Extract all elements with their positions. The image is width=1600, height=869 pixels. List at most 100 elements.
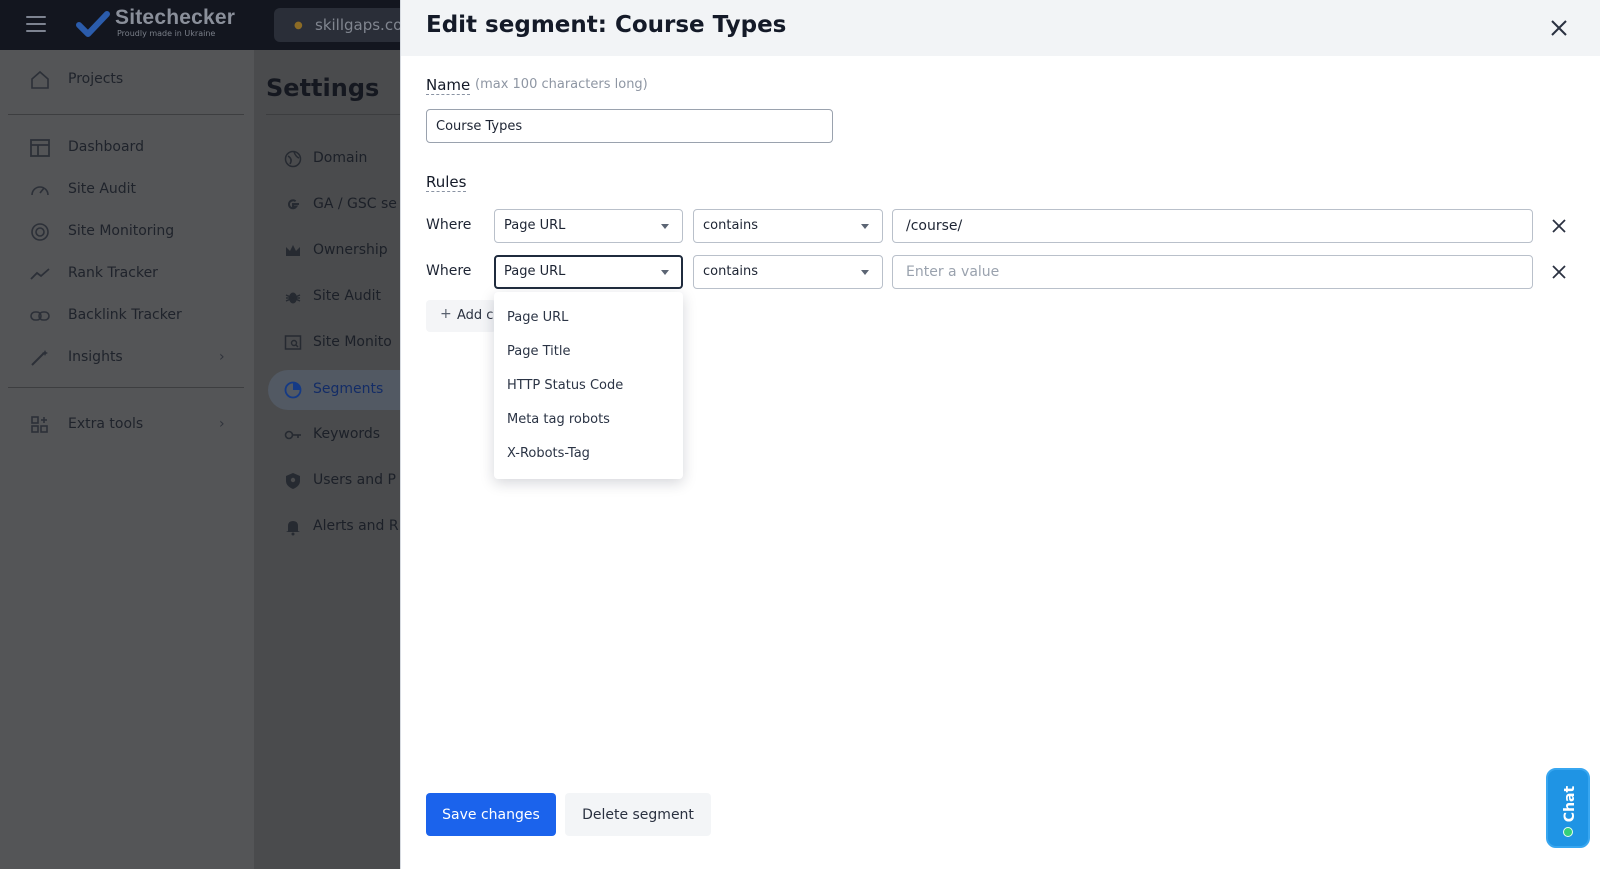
rule-where-label: Where bbox=[426, 263, 472, 279]
crown-icon bbox=[286, 245, 300, 256]
sidebar-item-label: Backlink Tracker bbox=[68, 307, 182, 323]
rule-operator-select[interactable]: contains bbox=[693, 209, 883, 243]
segment-name-input[interactable] bbox=[426, 109, 833, 143]
online-status-icon bbox=[1563, 827, 1573, 837]
sidebar-item-projects[interactable]: Projects bbox=[0, 61, 254, 99]
add-condition-label: Add c bbox=[457, 308, 494, 323]
shield-user-icon bbox=[286, 473, 300, 489]
rule-operator-select[interactable]: contains bbox=[693, 255, 883, 289]
close-icon[interactable] bbox=[1547, 16, 1571, 40]
rule-where-label: Where bbox=[426, 217, 472, 233]
settings-item-ga-gsc[interactable]: GA / GSC se bbox=[268, 185, 400, 225]
option-label: X-Robots-Tag bbox=[507, 446, 590, 461]
project-favicon-icon: ● bbox=[294, 20, 303, 31]
add-condition-button[interactable]: + Add c bbox=[426, 300, 496, 332]
key-icon bbox=[284, 430, 301, 440]
caret-down-icon bbox=[661, 224, 669, 229]
save-changes-button[interactable]: Save changes bbox=[426, 793, 556, 836]
settings-item-site-monitoring[interactable]: Site Monito bbox=[268, 323, 400, 363]
rule-operator-value: contains bbox=[703, 218, 759, 233]
dropdown-option-x-robots-tag[interactable]: X-Robots-Tag bbox=[494, 437, 683, 471]
caret-down-icon bbox=[861, 224, 869, 229]
sidebar-item-label: Site Audit bbox=[68, 181, 137, 197]
hamburger-menu-icon[interactable] bbox=[26, 16, 46, 32]
settings-item-label: Segments bbox=[313, 381, 384, 397]
rule-operator-value: contains bbox=[703, 264, 759, 279]
dashboard-icon bbox=[30, 139, 50, 157]
drawer-title: Edit segment: Course Types bbox=[426, 12, 787, 38]
sidebar-item-rank-tracker[interactable]: Rank Tracker bbox=[0, 255, 254, 293]
remove-rule-icon[interactable] bbox=[1549, 262, 1569, 282]
option-label: Page URL bbox=[507, 310, 569, 325]
settings-item-label: Ownership bbox=[313, 242, 388, 258]
sidebar-item-site-audit[interactable]: Site Audit bbox=[0, 171, 254, 209]
settings-item-alerts[interactable]: Alerts and R bbox=[268, 507, 400, 547]
settings-item-label: Alerts and R bbox=[313, 518, 399, 534]
project-name: skillgaps.co bbox=[315, 16, 403, 34]
gauge-icon bbox=[31, 186, 49, 196]
rules-label: Rules bbox=[426, 173, 467, 192]
brand-name: Sitechecker bbox=[115, 6, 236, 29]
project-selector[interactable]: ● skillgaps.co bbox=[274, 8, 414, 42]
radar-icon bbox=[31, 223, 49, 241]
bug-icon bbox=[285, 292, 301, 304]
sidebar-item-insights[interactable]: Insights › bbox=[0, 339, 254, 377]
dropdown-option-meta-tag-robots[interactable]: Meta tag robots bbox=[494, 403, 683, 437]
sidebar-divider bbox=[8, 114, 244, 115]
page-title: Settings bbox=[266, 74, 380, 102]
rule-field-select[interactable]: Page URL bbox=[494, 255, 683, 289]
sidebar-item-site-monitoring[interactable]: Site Monitoring bbox=[0, 213, 254, 251]
sitechecker-logo-icon bbox=[76, 11, 110, 37]
settings-item-label: Users and P bbox=[313, 472, 396, 488]
settings-item-site-audit[interactable]: Site Audit bbox=[268, 277, 400, 317]
trend-line-icon bbox=[30, 268, 50, 280]
sidebar-divider bbox=[8, 387, 244, 388]
sidebar-item-extra-tools[interactable]: Extra tools › bbox=[0, 406, 254, 444]
dropdown-option-http-status-code[interactable]: HTTP Status Code bbox=[494, 369, 683, 403]
option-label: HTTP Status Code bbox=[507, 378, 624, 393]
delete-segment-button[interactable]: Delete segment bbox=[565, 793, 711, 836]
sidebar-item-label: Insights bbox=[68, 349, 123, 365]
settings-item-ownership[interactable]: Ownership bbox=[268, 231, 400, 271]
settings-item-label: Keywords bbox=[313, 426, 381, 442]
name-hint: (max 100 characters long) bbox=[475, 77, 648, 92]
option-label: Meta tag robots bbox=[507, 412, 610, 427]
magic-wand-icon bbox=[31, 350, 48, 366]
rule-value-input[interactable] bbox=[892, 255, 1533, 289]
bell-icon bbox=[286, 521, 300, 536]
sidebar-item-backlink-tracker[interactable]: Backlink Tracker bbox=[0, 297, 254, 335]
caret-down-icon bbox=[861, 270, 869, 275]
settings-item-users[interactable]: Users and P bbox=[268, 461, 400, 501]
sidebar-item-label: Extra tools bbox=[68, 416, 144, 432]
settings-item-keywords[interactable]: Keywords bbox=[268, 415, 400, 455]
plus-icon: + bbox=[440, 306, 452, 322]
sidebar-item-label: Projects bbox=[68, 71, 124, 87]
settings-item-label: Site Audit bbox=[313, 288, 382, 304]
dropdown-option-page-url[interactable]: Page URL bbox=[494, 301, 683, 335]
settings-item-label: Domain bbox=[313, 150, 368, 166]
rule-field-value: Page URL bbox=[504, 218, 566, 233]
brand-tagline: Proudly made in Ukraine bbox=[117, 29, 216, 38]
rule-value-input[interactable] bbox=[892, 209, 1533, 243]
settings-item-label: GA / GSC se bbox=[313, 196, 397, 212]
sidebar-item-dashboard[interactable]: Dashboard bbox=[0, 129, 254, 167]
name-label: Name bbox=[426, 76, 471, 95]
home-icon bbox=[31, 70, 49, 89]
sidebar-item-label: Rank Tracker bbox=[68, 265, 158, 281]
grid-plus-icon bbox=[31, 416, 48, 433]
settings-item-label: Site Monito bbox=[313, 334, 392, 350]
remove-rule-icon[interactable] bbox=[1549, 216, 1569, 236]
drawer-header: Edit segment: Course Types bbox=[401, 0, 1600, 56]
rule-field-select[interactable]: Page URL bbox=[494, 209, 683, 243]
dropdown-option-page-title[interactable]: Page Title bbox=[494, 335, 683, 369]
chevron-right-icon: › bbox=[219, 349, 225, 365]
chevron-right-icon: › bbox=[219, 416, 225, 432]
chat-widget-button[interactable]: Chat bbox=[1546, 768, 1590, 848]
link-icon bbox=[30, 311, 50, 321]
monitor-search-icon bbox=[284, 335, 302, 350]
globe-icon bbox=[284, 150, 302, 168]
caret-down-icon bbox=[661, 270, 669, 275]
settings-item-segments[interactable]: Segments bbox=[268, 370, 400, 410]
settings-item-domain[interactable]: Domain bbox=[268, 139, 400, 179]
sidebar-item-label: Dashboard bbox=[68, 139, 144, 155]
